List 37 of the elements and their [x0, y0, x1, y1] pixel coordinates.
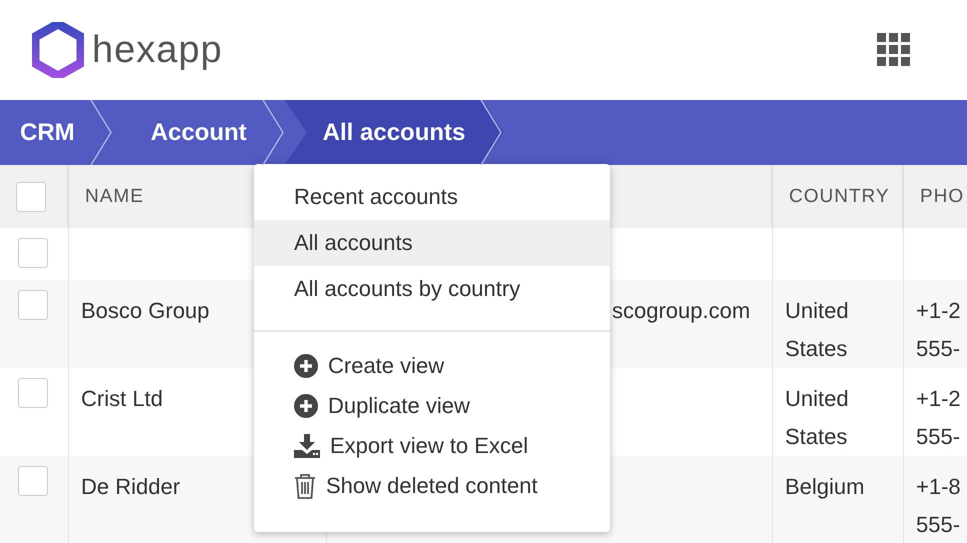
row-checkbox[interactable]	[18, 290, 48, 320]
table-cell: United States	[785, 298, 849, 361]
table-cell: +1-8 555-	[916, 474, 961, 537]
download-icon	[294, 434, 320, 458]
row-checkbox[interactable]	[18, 466, 48, 496]
row-checkbox[interactable]	[18, 238, 48, 268]
menu-item[interactable]: Create view	[254, 346, 610, 386]
apps-grid-icon[interactable]	[877, 33, 911, 67]
chevron-separator-icon	[88, 100, 113, 165]
breadcrumb-link[interactable]: CRM	[0, 100, 113, 165]
table-cell: United States	[785, 386, 849, 449]
table-cell: Belgium	[785, 474, 864, 499]
table-cell: +1-2 555-	[916, 386, 961, 449]
menu-item[interactable]: Duplicate view	[254, 386, 610, 426]
table-cell: Crist Ltd	[81, 386, 163, 411]
chevron-separator-icon	[260, 100, 285, 165]
table-cell: scogroup.com	[612, 298, 750, 323]
column-header[interactable]: COUNTRY	[772, 165, 903, 228]
plus-circle-icon	[294, 354, 318, 378]
table-cell: Bosco Group	[81, 298, 210, 323]
column-header[interactable]: PHO	[903, 165, 967, 228]
app-name: hexapp	[92, 28, 223, 72]
plus-circle-icon	[294, 394, 318, 418]
chevron-separator-icon	[479, 100, 504, 165]
table-cell: +1-2 555-	[916, 298, 961, 361]
menu-item[interactable]: Export view to Excel	[254, 426, 610, 466]
hexagon-logo-icon	[32, 22, 84, 78]
trash-icon	[294, 473, 316, 499]
menu-item[interactable]: All accounts by country	[254, 266, 610, 312]
breadcrumb-link[interactable]: All accounts	[284, 100, 504, 165]
table-cell: De Ridder	[81, 474, 180, 499]
select-all-checkbox[interactable]	[16, 182, 46, 212]
row-checkbox[interactable]	[18, 378, 48, 408]
breadcrumb-link[interactable]: Account	[112, 100, 285, 165]
menu-item[interactable]: Recent accounts	[254, 174, 610, 220]
menu-item[interactable]: Show deleted content	[254, 466, 610, 506]
menu-item[interactable]: All accounts	[254, 220, 610, 266]
